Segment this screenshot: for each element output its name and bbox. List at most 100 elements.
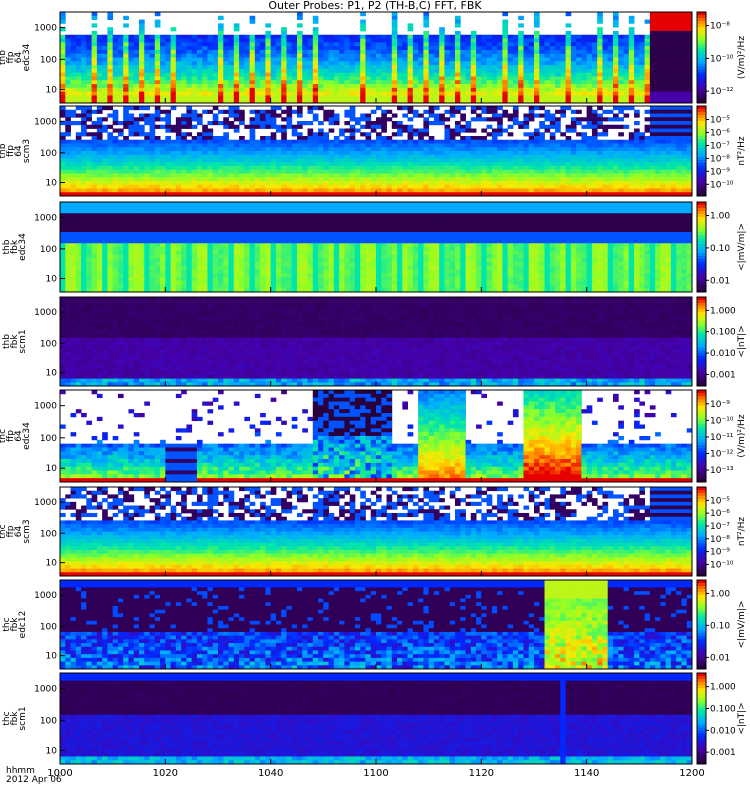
spectrogram-cell — [602, 128, 609, 133]
spectrogram-cell — [639, 188, 645, 193]
spectrogram-cell — [244, 68, 250, 74]
spectrogram-cell — [534, 166, 540, 171]
spectrogram-cell — [460, 80, 466, 85]
spectrogram-cell — [528, 53, 535, 58]
spectrogram-cell — [370, 68, 377, 74]
spectrogram-cell — [149, 184, 156, 189]
spectrogram-cell — [275, 154, 282, 159]
spectrogram-cell — [644, 173, 651, 178]
spectrogram-cell — [518, 177, 524, 182]
spectrogram-cell — [286, 143, 293, 148]
spectrogram-cell — [655, 61, 661, 66]
spectrogram-cell — [544, 87, 551, 93]
spectrogram-cell — [354, 158, 361, 163]
spectrogram-cell — [481, 72, 487, 77]
spectrogram-cell — [339, 95, 345, 100]
spectrogram-cell — [312, 68, 319, 74]
spectrogram-cell — [444, 166, 451, 171]
spectrogram-cell — [639, 139, 645, 144]
spectrogram-cell — [386, 68, 393, 74]
spectrogram-cell — [275, 38, 282, 43]
spectrogram-cell — [297, 72, 303, 77]
spectrogram-cell — [112, 184, 119, 189]
spectrogram-cell — [628, 91, 635, 96]
spectrogram-cell — [107, 162, 114, 167]
spectrogram-cell — [133, 181, 140, 186]
spectrogram-cell — [412, 38, 419, 43]
spectrogram-cell — [175, 38, 182, 43]
spectrogram-cell — [281, 95, 287, 100]
spectrogram-cell — [681, 177, 688, 182]
spectrogram-cell — [249, 121, 256, 126]
spectrogram-cell — [549, 166, 556, 171]
spectrogram-cell — [333, 147, 340, 152]
y-tick-label: 10 — [46, 85, 58, 95]
spectrogram-cell — [665, 27, 672, 32]
spectrogram-cell — [507, 117, 514, 122]
spectrogram-cell — [391, 46, 398, 51]
spectrogram-cell — [291, 184, 298, 189]
spectrogram-cell — [270, 38, 277, 43]
spectrogram-cell — [544, 53, 551, 58]
spectrogram-cell — [423, 49, 430, 55]
spectrogram-cell — [597, 30, 603, 36]
spectrogram-cell — [518, 166, 524, 171]
spectrogram-cell — [218, 121, 224, 126]
spectrogram-cell — [665, 143, 672, 148]
spectrogram-cell — [191, 147, 198, 152]
spectrogram-cell — [528, 76, 535, 81]
spectrogram-cell — [297, 106, 303, 111]
colorbar-segment — [697, 84, 706, 89]
spectrogram-cell — [297, 34, 303, 39]
spectrogram-cell — [249, 53, 256, 58]
spectrogram-cell — [318, 76, 324, 81]
spectrogram-cell — [549, 136, 556, 141]
spectrogram-cell — [660, 72, 667, 77]
spectrogram-cell — [476, 184, 482, 189]
spectrogram-cell — [407, 147, 414, 152]
spectrogram-cell — [291, 109, 298, 114]
spectrogram-cell — [465, 65, 472, 70]
spectrogram-cell — [75, 46, 82, 51]
spectrogram-cell — [528, 95, 535, 100]
spectrogram-cell — [123, 76, 129, 81]
spectrogram-cell — [270, 184, 277, 189]
spectrogram-cell — [228, 49, 235, 55]
spectrogram-cell — [670, 34, 677, 39]
colorbar-segment — [697, 148, 706, 152]
spectrogram-cell — [75, 247, 82, 252]
spectrogram-cell — [497, 139, 503, 144]
spectrogram-cell — [186, 57, 193, 62]
spectrogram-cell — [544, 188, 551, 193]
spectrogram-cell — [412, 95, 419, 100]
spectrogram-cell — [202, 188, 208, 193]
spectrogram-cell — [107, 30, 114, 36]
spectrogram-cell — [634, 188, 640, 193]
spectrogram-cell — [607, 139, 614, 144]
spectrogram-cell — [449, 68, 456, 74]
spectrogram-cell — [60, 139, 66, 144]
spectrogram-cell — [170, 128, 177, 133]
spectrogram-cell — [154, 113, 161, 118]
spectrogram-cell — [613, 49, 619, 55]
spectrogram-cell — [133, 117, 140, 122]
spectrogram-cell — [444, 49, 451, 55]
spectrogram-cell — [470, 139, 477, 144]
spectrogram-cell — [265, 124, 272, 129]
spectrogram-cell — [254, 72, 261, 77]
spectrogram-cell — [128, 128, 135, 133]
spectrogram-cell — [397, 128, 403, 133]
spectrogram-cell — [676, 68, 682, 74]
spectrogram-cell — [613, 65, 619, 70]
spectrogram-cell — [476, 57, 482, 62]
spectrogram-cell — [423, 158, 430, 163]
spectrogram-cell — [376, 46, 382, 51]
spectrogram-cell — [133, 61, 140, 66]
spectrogram-cell — [170, 124, 177, 129]
spectrogram-cell — [428, 38, 435, 43]
spectrogram-cell — [681, 166, 688, 171]
spectrogram-cell — [81, 132, 87, 137]
spectrogram-cell — [381, 80, 387, 85]
spectrogram-cell — [634, 181, 640, 186]
spectrogram-cell — [112, 109, 119, 114]
